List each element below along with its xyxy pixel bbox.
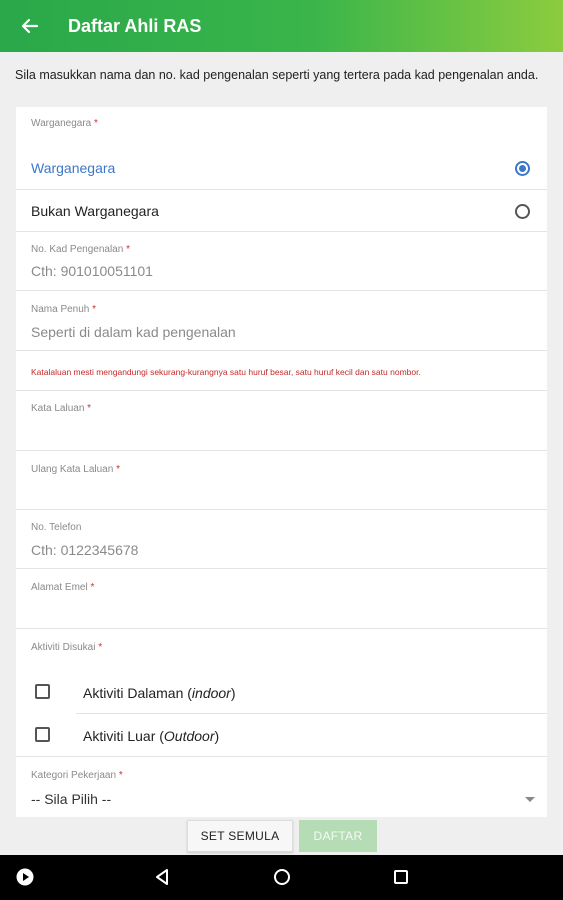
full-name-label: Nama Penuh * xyxy=(31,304,97,315)
ic-number-label: No. Kad Pengenalan * xyxy=(31,244,130,255)
email-field[interactable]: Alamat Emel * xyxy=(16,569,547,629)
dropdown-arrow-icon[interactable] xyxy=(525,797,535,802)
register-button[interactable]: DAFTAR xyxy=(299,820,377,852)
reset-button[interactable]: SET SEMULA xyxy=(187,820,293,852)
page-title: Daftar Ahli RAS xyxy=(68,15,202,36)
phone-input[interactable]: Cth: 0122345678 xyxy=(31,542,138,558)
assistant-icon[interactable] xyxy=(13,865,37,889)
registration-form: Warganegara * Warganegara Bukan Warganeg… xyxy=(16,107,547,817)
back-button[interactable] xyxy=(0,0,60,52)
ic-number-field[interactable]: No. Kad Pengenalan * Cth: 901010051101 xyxy=(16,232,547,291)
home-nav-icon[interactable] xyxy=(270,865,294,889)
app-bar: Daftar Ahli RAS xyxy=(0,0,563,52)
checkbox-icon[interactable] xyxy=(35,727,50,742)
full-name-field[interactable]: Nama Penuh * Seperti di dalam kad pengen… xyxy=(16,291,547,351)
ic-number-input[interactable]: Cth: 901010051101 xyxy=(31,263,153,279)
radio-unselected-icon[interactable] xyxy=(515,204,530,219)
activities-section: Aktiviti Disukai * xyxy=(16,629,547,671)
back-nav-icon[interactable] xyxy=(151,865,175,889)
job-category-field[interactable]: Kategori Pekerjaan * -- Sila Pilih -- xyxy=(16,757,547,817)
form-scroll-area[interactable]: Sila masukkan nama dan no. kad pengenala… xyxy=(0,52,563,817)
password-label: Kata Laluan * xyxy=(31,403,92,414)
phone-label: No. Telefon xyxy=(31,522,82,533)
job-category-label: Kategori Pekerjaan * xyxy=(31,770,123,781)
password-hint: Katalaluan mesti mengandungi sekurang-ku… xyxy=(16,351,547,391)
activities-label: Aktiviti Disukai * xyxy=(31,642,103,653)
repeat-password-label: Ulang Kata Laluan * xyxy=(31,464,120,475)
checkbox-icon[interactable] xyxy=(35,684,50,699)
action-bar: SET SEMULA DAFTAR xyxy=(0,817,563,855)
radio-option-warganegara[interactable]: Warganegara xyxy=(16,147,547,190)
phone-field[interactable]: No. Telefon Cth: 0122345678 xyxy=(16,510,547,569)
citizenship-label: Warganegara * xyxy=(31,118,98,129)
radio-label: Warganegara xyxy=(31,160,116,176)
password-field[interactable]: Kata Laluan * xyxy=(16,391,547,451)
citizenship-section: Warganegara * xyxy=(16,107,547,147)
radio-option-bukan-warganegara[interactable]: Bukan Warganegara xyxy=(16,190,547,232)
radio-selected-icon[interactable] xyxy=(515,161,530,176)
repeat-password-field[interactable]: Ulang Kata Laluan * xyxy=(16,451,547,510)
checkbox-outdoor[interactable]: Aktiviti Luar (Outdoor) xyxy=(16,714,547,757)
full-name-input[interactable]: Seperti di dalam kad pengenalan xyxy=(31,324,236,340)
job-category-select[interactable]: -- Sila Pilih -- xyxy=(31,791,111,807)
email-label: Alamat Emel * xyxy=(31,582,95,593)
checkbox-label: Aktiviti Dalaman (indoor) xyxy=(83,684,236,701)
checkbox-label: Aktiviti Luar (Outdoor) xyxy=(83,727,220,744)
radio-label: Bukan Warganegara xyxy=(31,202,159,219)
recents-nav-icon[interactable] xyxy=(389,865,413,889)
arrow-left-icon xyxy=(21,18,39,34)
checkbox-indoor[interactable]: Aktiviti Dalaman (indoor) xyxy=(16,671,547,714)
intro-text: Sila masukkan nama dan no. kad pengenala… xyxy=(15,68,539,82)
system-navigation-bar xyxy=(0,855,563,900)
